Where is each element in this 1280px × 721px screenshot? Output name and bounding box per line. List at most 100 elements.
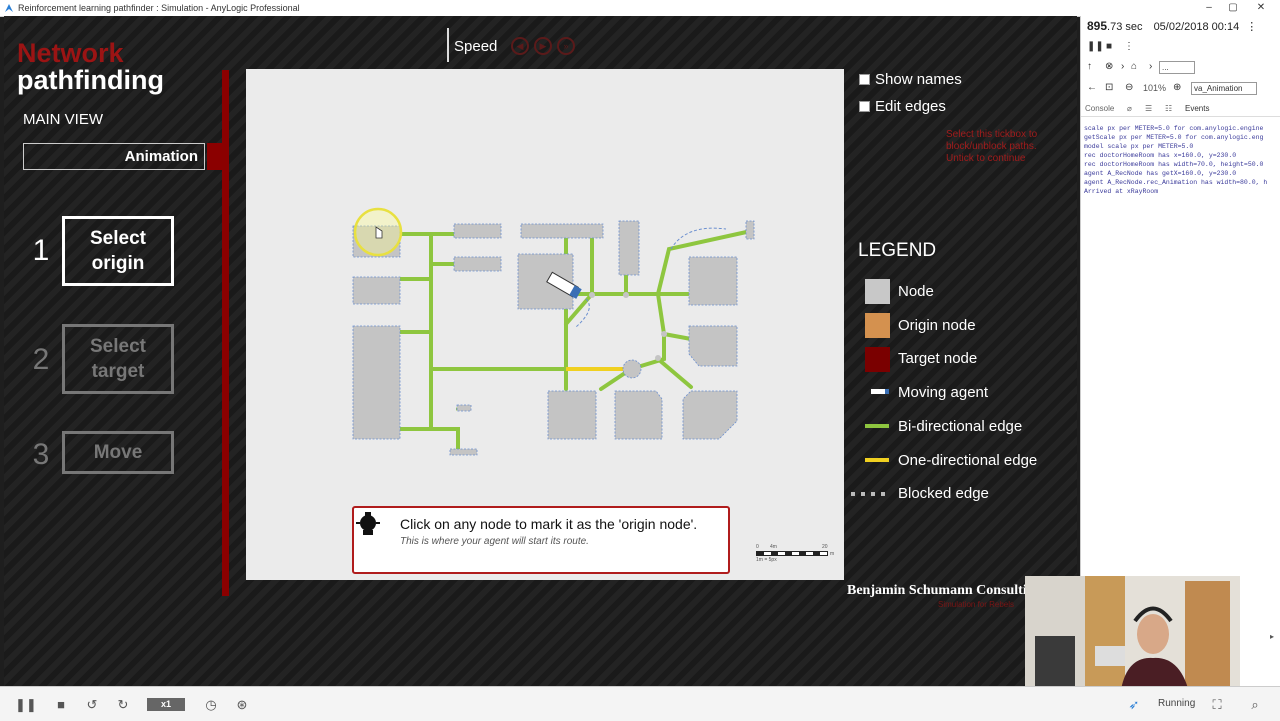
list-icon-2[interactable]: ☷ [1165, 104, 1172, 113]
log-line: model scale px per METER=5.0 [1084, 143, 1194, 150]
move-button[interactable]: Move [62, 431, 174, 474]
credit-name: Benjamin Schumann Consulting [847, 583, 1042, 598]
more-icon[interactable]: ⋮ [1124, 41, 1134, 52]
legend-swatch-blocked [851, 492, 891, 496]
scale-bar: 0 4m 20 m 1m = 5px [756, 544, 836, 564]
view-area-select[interactable]: va_Animation [1191, 82, 1257, 95]
edit-edges-note: Select this tickbox to block/unblock pat… [946, 129, 1038, 164]
scale-left: 0 [756, 544, 759, 550]
scale-right: 20 [822, 544, 828, 550]
list-icon[interactable]: ☰ [1145, 104, 1152, 113]
minimize-button[interactable]: – [1197, 1, 1221, 15]
node [352, 276, 401, 305]
node [449, 448, 478, 456]
legend-swatch-target [865, 347, 890, 372]
close-button[interactable]: ✕ [1249, 1, 1273, 15]
select-origin-button[interactable]: Select origin [62, 216, 174, 286]
legend-swatch-onedirectional [865, 458, 889, 462]
home-icon[interactable]: ⌂ [1131, 61, 1137, 72]
edge [656, 357, 693, 389]
scale-unit: m [830, 551, 835, 557]
brand-title-pathfinding: pathfinding [17, 65, 164, 95]
node [453, 223, 502, 239]
chevron-right-icon[interactable]: › [1149, 61, 1152, 72]
zoom-out-icon[interactable]: ⊖ [1125, 82, 1133, 93]
edit-edges-checkbox[interactable]: Edit edges [859, 97, 946, 115]
node [352, 325, 401, 440]
edit-edges-label: Edit edges [875, 97, 946, 115]
speed-normal-icon[interactable]: ▶ [534, 37, 552, 55]
zoom-in-icon[interactable]: ⊕ [1173, 82, 1181, 93]
webcam-image [1025, 576, 1240, 696]
animation-view-button[interactable]: Animation [23, 143, 205, 170]
speed-indicator: x1 [147, 698, 185, 711]
scale-sub: 1m = 5px [756, 557, 777, 563]
log-line: Arrived at xRayRoom [1084, 188, 1159, 195]
step-icon[interactable]: ⊛ [234, 697, 250, 713]
show-names-label: Show names [875, 70, 962, 88]
tab-events[interactable]: Events [1185, 104, 1209, 113]
speed-separator [447, 28, 449, 62]
console-log: scale px per METER=5.0 for com.anylogic.… [1084, 124, 1280, 196]
select-target-button[interactable]: Select target [62, 324, 174, 394]
clear-icon[interactable]: ⌀ [1127, 104, 1132, 113]
simulation-toolbar: ❚❚ ■ ↺ ↻ x1 ◷ ⊛ ➶ Running ⛶ ⌕ [0, 686, 1280, 721]
show-names-box[interactable] [859, 73, 870, 85]
edge [429, 427, 460, 454]
node [688, 325, 738, 367]
node [547, 390, 597, 440]
speed-fast-icon[interactable]: » [557, 37, 575, 55]
node [688, 256, 738, 306]
step-number-3: 3 [32, 438, 50, 471]
network-canvas[interactable]: Click on any node to mark it as the 'ori… [246, 69, 844, 580]
maximize-button[interactable]: ▢ [1221, 1, 1245, 15]
simulation-view: Network pathfinding MAIN VIEW Animation … [4, 16, 1077, 686]
stop-icon[interactable]: ■ [53, 697, 69, 713]
up-arrow-icon[interactable]: ↑ [1087, 61, 1092, 72]
speed-up-icon[interactable]: ↻ [115, 697, 131, 713]
model-date: 05/02/2018 00:14 [1153, 21, 1240, 33]
credit-subtitle: Simulation for Rebels [938, 600, 1015, 609]
legend-label-origin: Origin node [898, 317, 976, 334]
run-until-icon[interactable]: ◷ [203, 697, 219, 713]
log-line: agent A_RecNode.rec_Animation has width=… [1084, 179, 1268, 186]
fit-view-icon[interactable]: ⊡ [1105, 82, 1113, 93]
window-title: Reinforcement learning pathfinder : Simu… [18, 3, 300, 13]
step-number-1: 1 [32, 234, 50, 267]
network-map [352, 207, 755, 456]
console-tabs: Console ⌀ ☰ ☷ Events [1081, 100, 1280, 117]
pause-icon[interactable]: ❚❚ [15, 697, 37, 713]
scroll-right-icon[interactable]: ▸ [1270, 632, 1274, 641]
instruction-box: Click on any node to mark it as the 'ori… [352, 506, 730, 574]
legend-label-target: Target node [898, 350, 978, 367]
junction-node [589, 292, 595, 298]
legend-label-agent: Moving agent [898, 384, 989, 401]
edit-edges-box[interactable] [859, 100, 870, 112]
legend-label-blocked: Blocked edge [898, 485, 989, 502]
legend-swatch-origin [865, 313, 890, 338]
search-icon[interactable]: ⌕ [1247, 697, 1263, 713]
legend-label-bidirectional: Bi-directional edge [898, 418, 1023, 435]
zoom-level: 101% [1143, 83, 1167, 93]
cancel-icon[interactable]: ⊗ [1105, 61, 1113, 72]
fullscreen-icon[interactable]: ⛶ [1209, 697, 1225, 713]
navigation-select[interactable]: ... [1159, 61, 1195, 74]
back-arrow-icon[interactable]: ← [1087, 82, 1097, 93]
log-line: rec doctorHomeRoom has x=160.0, y=230.0 [1084, 152, 1237, 159]
node [618, 220, 640, 276]
slow-down-icon[interactable]: ↺ [84, 697, 100, 713]
chevron-right-icon[interactable]: › [1121, 61, 1124, 72]
main-view-label: MAIN VIEW [23, 111, 104, 128]
junction-node [655, 355, 661, 361]
model-time-value: 895 [1087, 19, 1108, 33]
node [456, 404, 472, 412]
tab-console[interactable]: Console [1085, 104, 1114, 113]
log-line: agent A_RecNode has getX=160.0, y=230.0 [1084, 170, 1237, 177]
stop-icon[interactable]: ■ [1106, 41, 1112, 52]
log-line: rec doctorHomeRoom has width=70.0, heigh… [1084, 161, 1264, 168]
anylogic-logo-icon [5, 4, 13, 12]
show-names-checkbox[interactable]: Show names [859, 70, 962, 88]
junction-node [661, 331, 667, 337]
speed-slow-icon[interactable]: ◀ [511, 37, 529, 55]
pause-icon[interactable]: ❚❚ [1087, 41, 1104, 52]
